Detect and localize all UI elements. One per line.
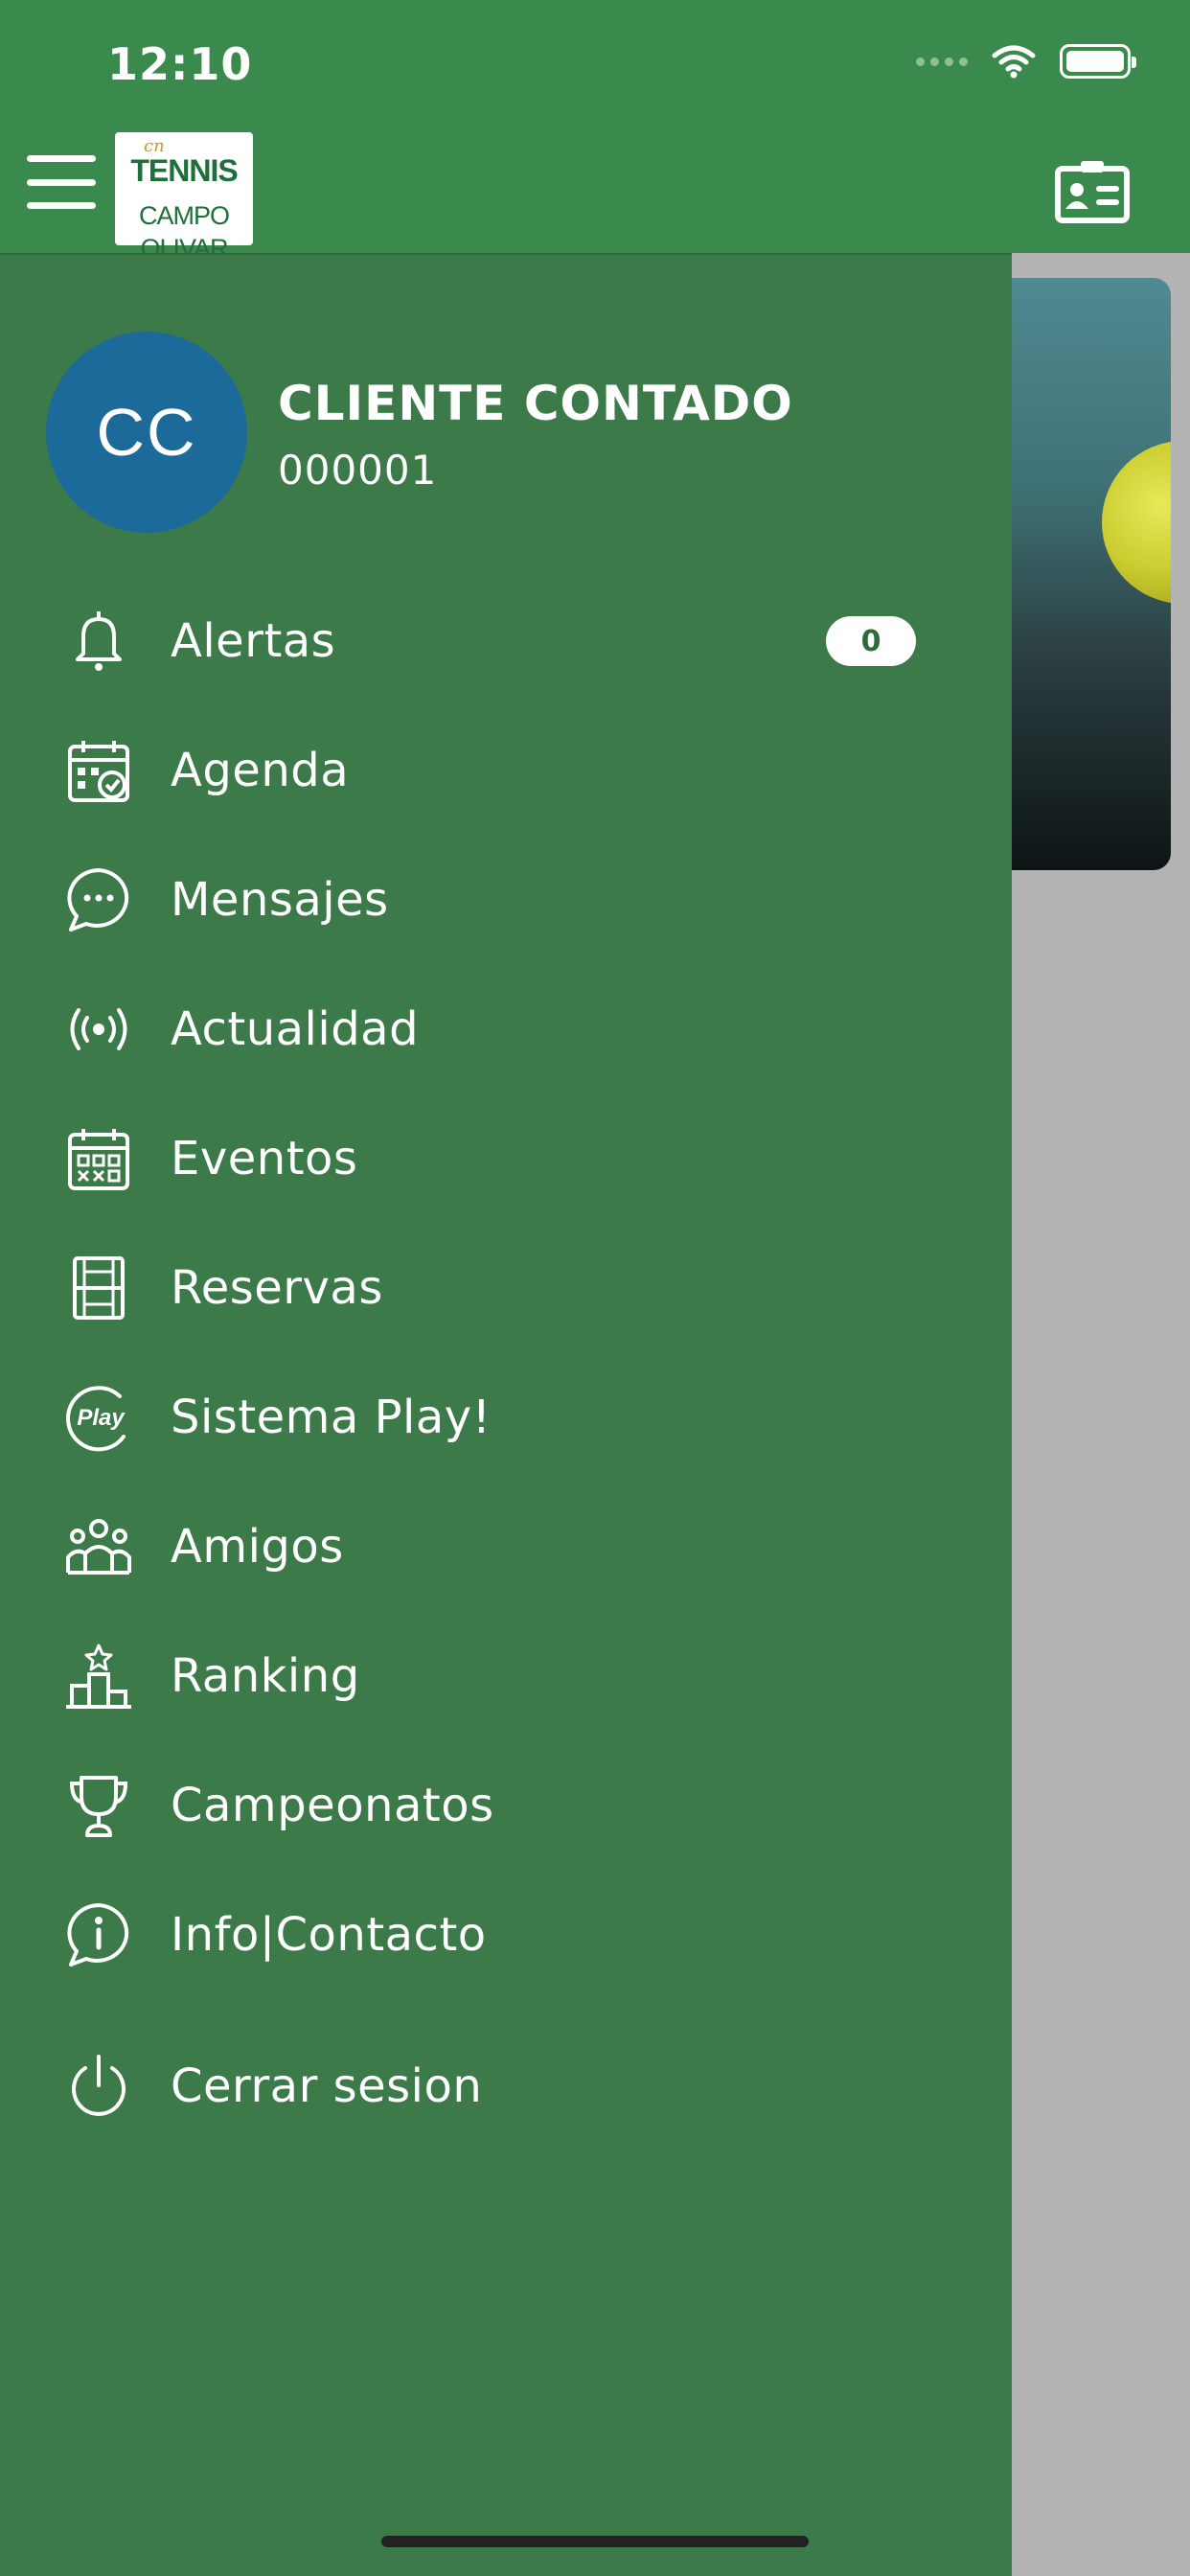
bell-icon (63, 606, 134, 677)
court-icon (63, 1253, 134, 1323)
calendar-grid-icon (63, 1123, 134, 1194)
calendar-check-icon (63, 735, 134, 806)
contact-card-icon[interactable] (1054, 157, 1131, 224)
menu-item-agenda[interactable]: Agenda (0, 718, 958, 823)
battery-icon (1060, 44, 1136, 79)
group-icon (63, 1511, 134, 1582)
wifi-icon (992, 45, 1036, 79)
play-logo-icon: Play (63, 1382, 134, 1453)
logo-line2: TENNIS (130, 153, 238, 188)
menu-item-label: Info|Contacto (171, 1908, 487, 1962)
navigation-drawer: CC CLIENTE CONTADO 000001 Alertas 0 Agen… (0, 253, 1012, 2576)
menu-item-label: Mensajes (171, 873, 389, 927)
cellular-signal-icon (916, 57, 968, 66)
trophy-icon (63, 1770, 134, 1841)
home-indicator[interactable] (381, 2536, 809, 2547)
status-icons (916, 44, 1136, 79)
menu-item-alertas[interactable]: Alertas 0 (0, 588, 958, 694)
alert-count-badge: 0 (826, 616, 916, 666)
club-logo[interactable]: cn TENNIS CAMPO OLIVAR (115, 132, 253, 263)
podium-icon (63, 1641, 134, 1712)
info-chat-icon (63, 1899, 134, 1970)
menu-item-cerrar-sesion[interactable]: Cerrar sesion (0, 2034, 958, 2139)
power-icon (63, 2051, 134, 2122)
menu-item-label: Ranking (171, 1649, 360, 1703)
tennis-ball-image (1102, 441, 1171, 604)
menu-item-label: Cerrar sesion (171, 2059, 483, 2113)
svg-text:Play: Play (77, 1405, 126, 1431)
hamburger-menu-button[interactable] (27, 155, 96, 209)
menu-item-label: Sistema Play! (171, 1391, 492, 1444)
menu-item-reservas[interactable]: Reservas (0, 1235, 958, 1341)
menu-item-campeonatos[interactable]: Campeonatos (0, 1753, 958, 1858)
menu-item-label: Alertas (171, 614, 336, 668)
menu-item-label: Eventos (171, 1132, 358, 1185)
menu-item-label: Actualidad (171, 1002, 420, 1056)
menu-item-label: Agenda (171, 744, 350, 797)
user-id: 000001 (278, 447, 438, 494)
menu-item-label: Campeonatos (171, 1779, 494, 1832)
menu-item-eventos[interactable]: Eventos (0, 1106, 958, 1211)
menu-item-label: Reservas (171, 1261, 383, 1315)
menu-item-info-contacto[interactable]: Info|Contacto (0, 1882, 958, 1988)
menu-item-sistema-play[interactable]: Play Sistema Play! (0, 1365, 958, 1470)
menu-item-amigos[interactable]: Amigos (0, 1494, 958, 1599)
menu-item-label: Amigos (171, 1520, 344, 1574)
user-name: CLIENTE CONTADO (278, 376, 793, 431)
top-app-bar: 12:10 cn TENNIS CAMPO OLIVAR (0, 0, 1190, 263)
avatar[interactable]: CC (46, 332, 247, 533)
status-time: 12:10 (107, 38, 253, 90)
chat-bubble-icon (63, 864, 134, 935)
menu-item-actualidad[interactable]: Actualidad (0, 977, 958, 1082)
menu-item-mensajes[interactable]: Mensajes (0, 847, 958, 953)
broadcast-icon (63, 994, 134, 1065)
menu-item-ranking[interactable]: Ranking (0, 1623, 958, 1729)
